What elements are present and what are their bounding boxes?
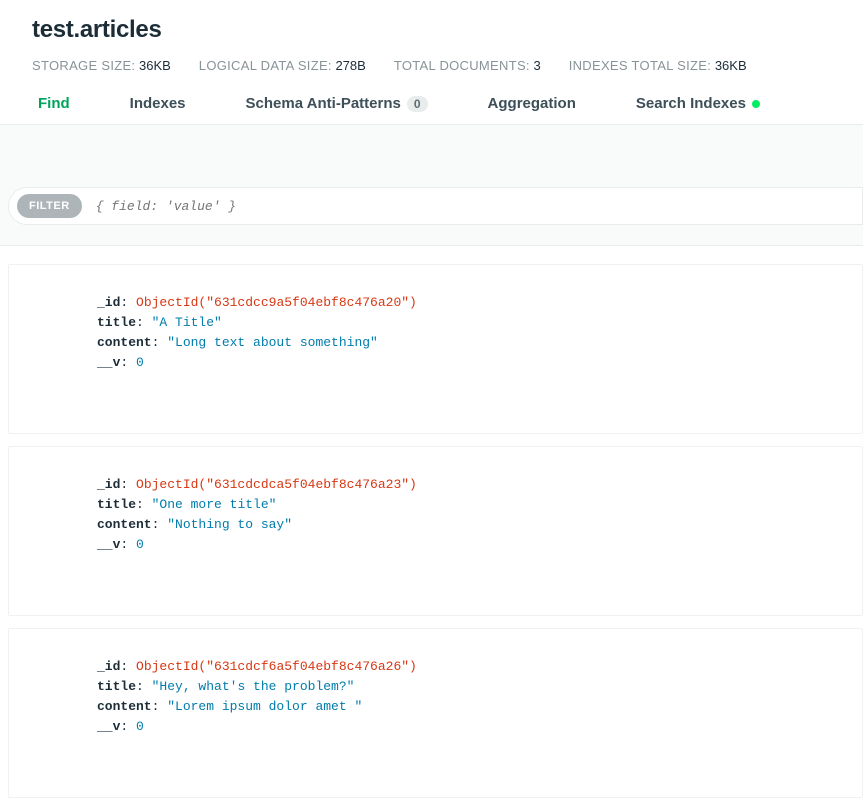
field-value: "A Title" (152, 315, 222, 330)
stat-label: LOGICAL DATA SIZE: (199, 58, 332, 73)
field-value: "Long text about something" (167, 335, 378, 350)
field-key: content (97, 699, 152, 714)
colon: : (136, 497, 152, 512)
field-key: __v (97, 719, 120, 734)
stat-docs: TOTAL DOCUMENTS: 3 (394, 58, 541, 73)
field-value: ObjectId("631cdcdca5f04ebf8c476a23") (136, 477, 417, 492)
field-key: _id (97, 295, 120, 310)
field-key: title (97, 497, 136, 512)
field-key: _id (97, 659, 120, 674)
stat-value: 3 (533, 58, 540, 73)
colon: : (136, 315, 152, 330)
field-key: title (97, 679, 136, 694)
filter-bar: FILTER (8, 187, 863, 225)
tab-label: Schema Anti-Patterns (246, 95, 401, 112)
field-value: ObjectId("631cdcc9a5f04ebf8c476a20") (136, 295, 417, 310)
tab-bar: Find Indexes Schema Anti-Patterns 0 Aggr… (32, 95, 831, 124)
field-value: "One more title" (152, 497, 277, 512)
colon: : (120, 295, 136, 310)
colon: : (152, 517, 168, 532)
filter-input[interactable] (96, 199, 852, 214)
stat-label: TOTAL DOCUMENTS: (394, 58, 530, 73)
field-key: __v (97, 355, 120, 370)
filter-pill[interactable]: FILTER (17, 194, 82, 218)
document-card[interactable]: _id: ObjectId("631cdcdca5f04ebf8c476a23"… (8, 446, 863, 616)
document-field: __v: 0 (97, 717, 862, 737)
tab-label: Search Indexes (636, 95, 746, 112)
collection-title: test.articles (32, 16, 831, 44)
document-field: content: "Long text about something" (97, 333, 862, 353)
tab-find[interactable]: Find (38, 95, 70, 124)
colon: : (120, 477, 136, 492)
document-field: _id: ObjectId("631cdcf6a5f04ebf8c476a26"… (97, 657, 862, 677)
document-field: _id: ObjectId("631cdcdca5f04ebf8c476a23"… (97, 475, 862, 495)
filter-section: FILTER (0, 124, 863, 246)
tab-aggregation[interactable]: Aggregation (488, 95, 576, 124)
documents-list: _id: ObjectId("631cdcc9a5f04ebf8c476a20"… (0, 246, 863, 798)
document-card[interactable]: _id: ObjectId("631cdcc9a5f04ebf8c476a20"… (8, 264, 863, 434)
field-value: 0 (136, 355, 144, 370)
schema-count-badge: 0 (407, 96, 428, 112)
stat-value: 36KB (139, 58, 171, 73)
colon: : (136, 679, 152, 694)
field-key: _id (97, 477, 120, 492)
field-key: __v (97, 537, 120, 552)
colon: : (152, 699, 168, 714)
document-card[interactable]: _id: ObjectId("631cdcf6a5f04ebf8c476a26"… (8, 628, 863, 798)
tab-search-indexes[interactable]: Search Indexes (636, 95, 760, 124)
stat-label: INDEXES TOTAL SIZE: (569, 58, 711, 73)
field-key: content (97, 517, 152, 532)
colon: : (120, 355, 136, 370)
field-key: content (97, 335, 152, 350)
document-field: content: "Lorem ipsum dolor amet " (97, 697, 862, 717)
stat-value: 36KB (715, 58, 747, 73)
field-value: "Hey, what's the problem?" (152, 679, 355, 694)
field-value: ObjectId("631cdcf6a5f04ebf8c476a26") (136, 659, 417, 674)
status-dot-icon (752, 100, 760, 108)
document-field: title: "A Title" (97, 313, 862, 333)
document-field: title: "One more title" (97, 495, 862, 515)
field-value: 0 (136, 537, 144, 552)
document-field: __v: 0 (97, 535, 862, 555)
tab-indexes[interactable]: Indexes (130, 95, 186, 124)
colon: : (120, 719, 136, 734)
collection-stats: STORAGE SIZE: 36KB LOGICAL DATA SIZE: 27… (32, 58, 831, 73)
stat-logical: LOGICAL DATA SIZE: 278B (199, 58, 366, 73)
colon: : (120, 537, 136, 552)
document-field: _id: ObjectId("631cdcc9a5f04ebf8c476a20"… (97, 293, 862, 313)
field-value: "Nothing to say" (167, 517, 292, 532)
document-field: __v: 0 (97, 353, 862, 373)
colon: : (152, 335, 168, 350)
tab-schema[interactable]: Schema Anti-Patterns 0 (246, 95, 428, 124)
stat-storage: STORAGE SIZE: 36KB (32, 58, 171, 73)
stat-indexes: INDEXES TOTAL SIZE: 36KB (569, 58, 747, 73)
colon: : (120, 659, 136, 674)
field-value: "Lorem ipsum dolor amet " (167, 699, 362, 714)
document-field: content: "Nothing to say" (97, 515, 862, 535)
document-field: title: "Hey, what's the problem?" (97, 677, 862, 697)
stat-value: 278B (335, 58, 365, 73)
field-value: 0 (136, 719, 144, 734)
field-key: title (97, 315, 136, 330)
stat-label: STORAGE SIZE: (32, 58, 135, 73)
